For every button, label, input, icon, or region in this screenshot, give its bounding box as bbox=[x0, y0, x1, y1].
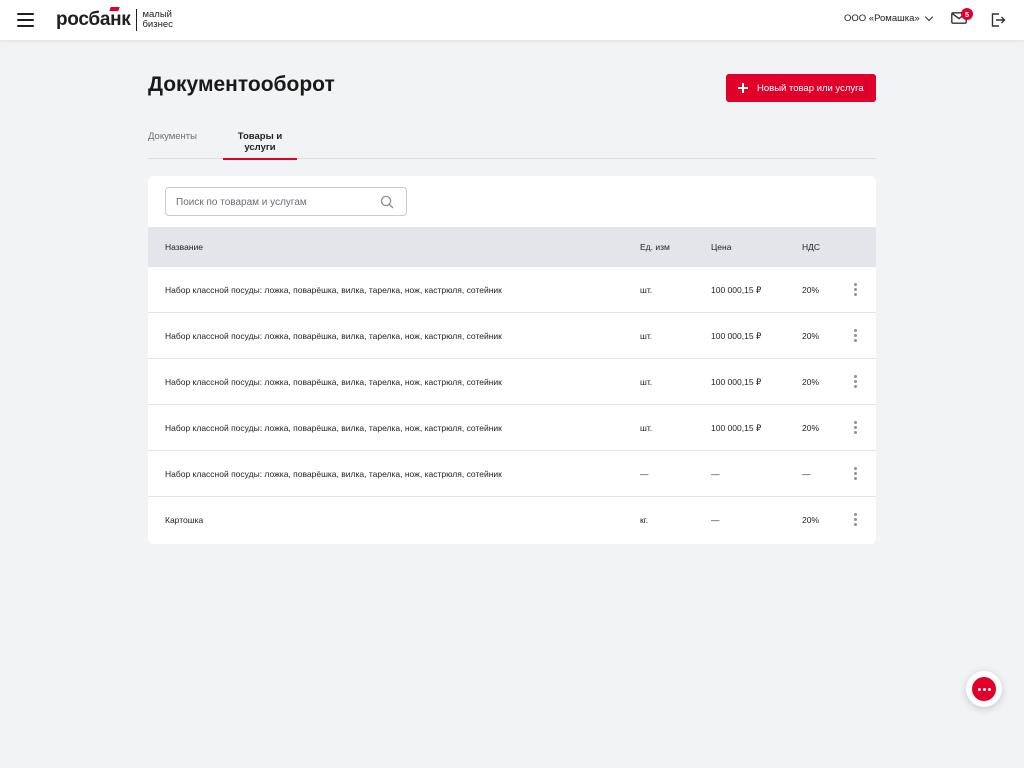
table-header: Название Ед. изм Цена НДС bbox=[148, 227, 876, 267]
table-row[interactable]: Набор классной посуды: ложка, поварёшка,… bbox=[148, 405, 876, 451]
logout-icon[interactable] bbox=[990, 12, 1006, 28]
cell-unit: кг. bbox=[640, 515, 649, 525]
table-row[interactable]: Набор классной посуды: ложка, поварёшка,… bbox=[148, 267, 876, 313]
new-product-button[interactable]: Новый товар или услуга bbox=[726, 74, 876, 102]
cell-name: Набор классной посуды: ложка, поварёшка,… bbox=[165, 331, 502, 341]
logo-subtitle: малый бизнес bbox=[142, 10, 172, 30]
more-vertical-icon[interactable] bbox=[848, 373, 864, 391]
cell-unit: шт. bbox=[640, 377, 653, 387]
chevron-down-icon bbox=[924, 12, 933, 22]
table-row[interactable]: Набор классной посуды: ложка, поварёшка,… bbox=[148, 313, 876, 359]
cell-name: Набор классной посуды: ложка, поварёшка,… bbox=[165, 423, 502, 433]
column-header-name[interactable]: Название bbox=[165, 242, 203, 252]
more-vertical-icon[interactable] bbox=[848, 327, 864, 345]
cell-vat: 20% bbox=[802, 423, 820, 433]
cell-vat: 20% bbox=[802, 285, 820, 295]
search-box[interactable] bbox=[165, 187, 407, 216]
tab-documents[interactable]: Документы bbox=[148, 124, 197, 159]
cell-name: Картошка bbox=[165, 515, 204, 525]
cell-price: 100 000,15 ₽ bbox=[711, 285, 762, 295]
cell-price: 100 000,15 ₽ bbox=[711, 331, 762, 341]
plus-icon bbox=[738, 83, 748, 93]
column-header-vat[interactable]: НДС bbox=[802, 242, 820, 252]
search-icon[interactable] bbox=[380, 195, 394, 209]
tab-goods-services[interactable]: Товары и услуги bbox=[223, 124, 297, 160]
cell-unit: — bbox=[640, 469, 649, 479]
cell-unit: шт. bbox=[640, 423, 653, 433]
company-selector[interactable]: ООО «Ромашка» bbox=[844, 12, 933, 24]
column-header-price[interactable]: Цена bbox=[711, 242, 731, 252]
cell-unit: шт. bbox=[640, 285, 653, 295]
cell-vat: 20% bbox=[802, 331, 820, 341]
new-product-button-label: Новый товар или услуга bbox=[757, 82, 864, 94]
cell-unit: шт. bbox=[640, 331, 653, 341]
hamburger-menu-icon[interactable] bbox=[17, 13, 34, 27]
logo-divider bbox=[136, 9, 138, 31]
cell-vat: 20% bbox=[802, 515, 820, 525]
more-vertical-icon[interactable] bbox=[848, 511, 864, 529]
cell-price: — bbox=[711, 469, 720, 479]
table-row[interactable]: Набор классной посуды: ложка, поварёшка,… bbox=[148, 451, 876, 497]
products-card: Название Ед. изм Цена НДС Набор классной… bbox=[148, 176, 876, 544]
logo-text: росбанк bbox=[56, 9, 131, 30]
cell-price: — bbox=[711, 515, 720, 525]
mail-badge: 5 bbox=[961, 8, 973, 20]
page-title: Документооборот bbox=[148, 73, 335, 96]
tabs: Документы Товары и услуги bbox=[148, 124, 876, 160]
cell-price: 100 000,15 ₽ bbox=[711, 377, 762, 387]
logo-accent bbox=[109, 7, 120, 11]
more-vertical-icon[interactable] bbox=[848, 465, 864, 483]
cell-name: Набор классной посуды: ложка, поварёшка,… bbox=[165, 469, 502, 479]
table-row[interactable]: Картошка кг. — 20% bbox=[148, 497, 876, 543]
cell-vat: — bbox=[802, 469, 811, 479]
table-row[interactable]: Набор классной посуды: ложка, поварёшка,… bbox=[148, 359, 876, 405]
cell-name: Набор классной посуды: ложка, поварёшка,… bbox=[165, 377, 502, 387]
chat-button[interactable] bbox=[966, 671, 1002, 707]
logo-subtitle-line-2: бизнес bbox=[142, 19, 173, 30]
cell-price: 100 000,15 ₽ bbox=[711, 423, 762, 433]
top-bar: росбанк малый бизнес ООО «Ромашка» 5 bbox=[0, 0, 1024, 40]
logo[interactable]: росбанк малый бизнес bbox=[56, 7, 173, 33]
cell-name: Набор классной посуды: ложка, поварёшка,… bbox=[165, 285, 502, 295]
company-name: ООО «Ромашка» bbox=[844, 13, 920, 24]
chat-icon bbox=[972, 677, 996, 701]
search-input[interactable] bbox=[176, 194, 376, 210]
column-header-unit[interactable]: Ед. изм bbox=[640, 242, 670, 252]
cell-vat: 20% bbox=[802, 377, 820, 387]
more-vertical-icon[interactable] bbox=[848, 419, 864, 437]
more-vertical-icon[interactable] bbox=[848, 281, 864, 299]
